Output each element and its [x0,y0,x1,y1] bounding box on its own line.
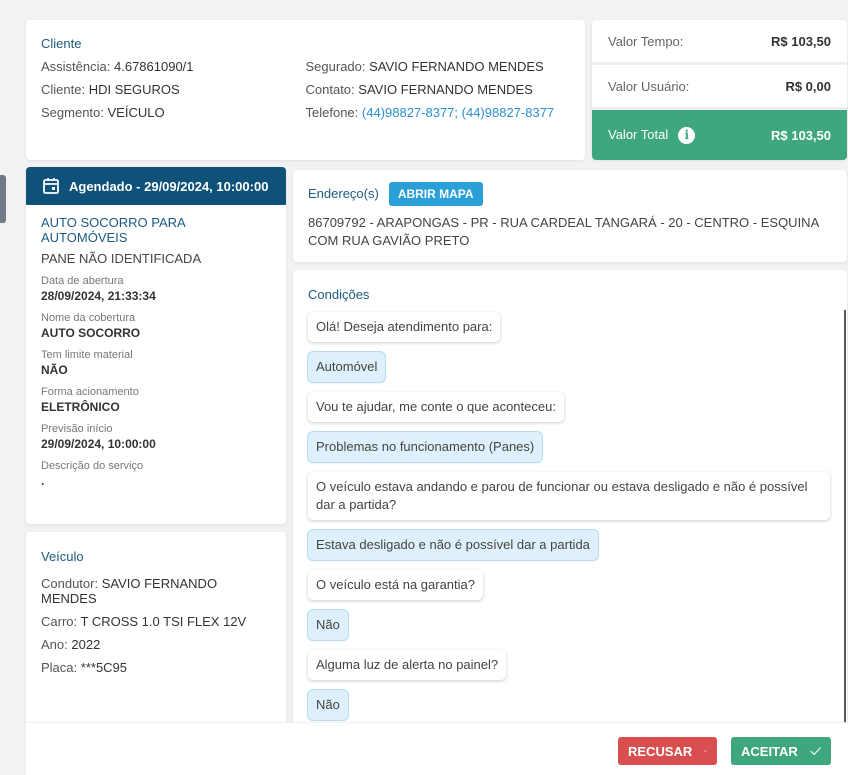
carro-value: T CROSS 1.0 TSI FLEX 12V [80,614,247,629]
segmento-value: VEÍCULO [107,105,165,120]
reject-label: RECUSAR [628,743,693,759]
service-field: Nome da cobertura AUTO SOCORRO [41,312,271,340]
schedule-header: Agendado - 29/09/2024, 10:00:00 [26,167,286,205]
question-bubble: O veículo está na garantia? [308,570,483,600]
service-field: Forma acionamento ELETRÔNICO [41,386,271,414]
label: Segurado: [305,59,366,74]
label: Condutor: [41,576,99,591]
segurado-value: SAVIO FERNANDO MENDES [369,59,544,74]
answer-bubble: Automóvel [308,352,386,382]
client-title: Cliente [41,36,82,51]
address-title: Endereço(s) [308,186,379,201]
field-label: Descrição do serviço [41,460,144,472]
cliente-value: HDI SEGUROS [88,82,180,97]
values-card: Valor Tempo: R$ 103,50 Valor Usuário: R$ 0… [592,20,847,160]
usuario-value: R$ 0,00 [785,78,831,94]
problem: PANE NÃO IDENTIFICADA [41,251,202,266]
field-value: 28/09/2024, 21:33:34 [41,289,156,303]
label: Assistência: [41,59,111,74]
question-bubble: O veículo estava andando e parou de func… [308,472,830,520]
field-value: 29/09/2024, 10:00:00 [41,437,156,451]
accept-button[interactable]: ACEITAR [731,737,831,765]
service-card: Agendado - 29/09/2024, 10:00:00 AUTO SOC… [26,167,286,524]
label: Telefone: [305,105,359,120]
address-text: 86709792 - ARAPONGAS - PR - RUA CARDEAL … [308,215,819,248]
service-field: Data de abertura 28/09/2024, 21:33:34 [41,275,271,303]
conditions-title: Condições [308,287,370,302]
telefone-link[interactable]: (44)98827-8377; (44)98827-8377 [362,105,554,120]
service-field: Descrição do serviço. [41,460,271,488]
assistencia-value: 4.67861090/1 [114,59,194,74]
field-value: . [41,474,45,488]
check-icon [810,747,821,756]
action-bar: RECUSAR ACEITAR [26,722,848,775]
field-value: AUTO SOCORRO [41,326,141,340]
close-icon [704,749,707,753]
conditions-card: Condições Olá! Deseja atendimento para: A… [293,270,847,740]
contato-value: SAVIO FERNANDO MENDES [358,82,533,97]
side-tab[interactable] [0,175,6,223]
reject-button[interactable]: RECUSAR [618,737,717,765]
tempo-label: Valor Tempo: [608,33,684,49]
address-card: Endereço(s) ABRIR MAPA 86709792 - ARAPONG… [293,170,847,262]
answer-bubble: Não [308,610,348,640]
field-label: Tem limite material [41,349,133,361]
calendar-icon [43,178,59,194]
ano-value: 2022 [71,637,101,652]
label: Carro: [41,614,78,629]
open-map-button[interactable]: ABRIR MAPA [388,182,483,206]
label: Placa: [41,660,78,675]
field-value: ELETRÔNICO [41,400,120,414]
vehicle-card: Veículo Condutor: SAVIO FERNANDO MENDES … [26,532,286,732]
answer-bubble: Problemas no funcionamento (Panes) [308,432,543,462]
field-label: Previsão início [41,423,113,435]
scrollbar[interactable] [844,310,846,725]
field-label: Forma acionamento [41,386,139,398]
usuario-label: Valor Usuário: [608,78,690,94]
tempo-value: R$ 103,50 [771,33,831,49]
label: Ano: [41,637,68,652]
service-type: AUTO SOCORRO PARA AUTOMÓVEIS [41,215,185,245]
question-bubble: Olá! Deseja atendimento para: [308,312,501,342]
label: Cliente: [41,82,86,97]
service-field: Tem limite material NÃO [41,349,271,377]
field-label: Nome da cobertura [41,312,136,324]
placa-value: ***5C95 [80,660,128,675]
service-field: Previsão início 29/09/2024, 10:00:00 [41,423,271,451]
field-label: Data de abertura [41,275,124,287]
question-bubble: Alguma luz de alerta no painel? [308,650,507,680]
info-icon[interactable]: i [678,126,696,144]
label: Segmento: [41,105,104,120]
answer-bubble: Não [308,690,348,720]
vehicle-title: Veículo [41,549,84,564]
client-card: Cliente Assistência: 4.67861090/1 Client… [26,20,585,160]
accept-label: ACEITAR [741,743,798,759]
question-bubble: Vou te ajudar, me conte o que aconteceu: [308,392,564,422]
field-value: NÃO [41,363,68,377]
answer-bubble: Estava desligado e não é possível dar a … [308,530,598,560]
schedule-text: Agendado - 29/09/2024, 10:00:00 [69,178,269,194]
total-value: R$ 103,50 [771,127,831,143]
total-label: Valor Total [608,126,669,142]
chat-list: Olá! Deseja atendimento para: Automóvel Vo… [308,312,832,740]
label: Contato: [305,82,355,97]
